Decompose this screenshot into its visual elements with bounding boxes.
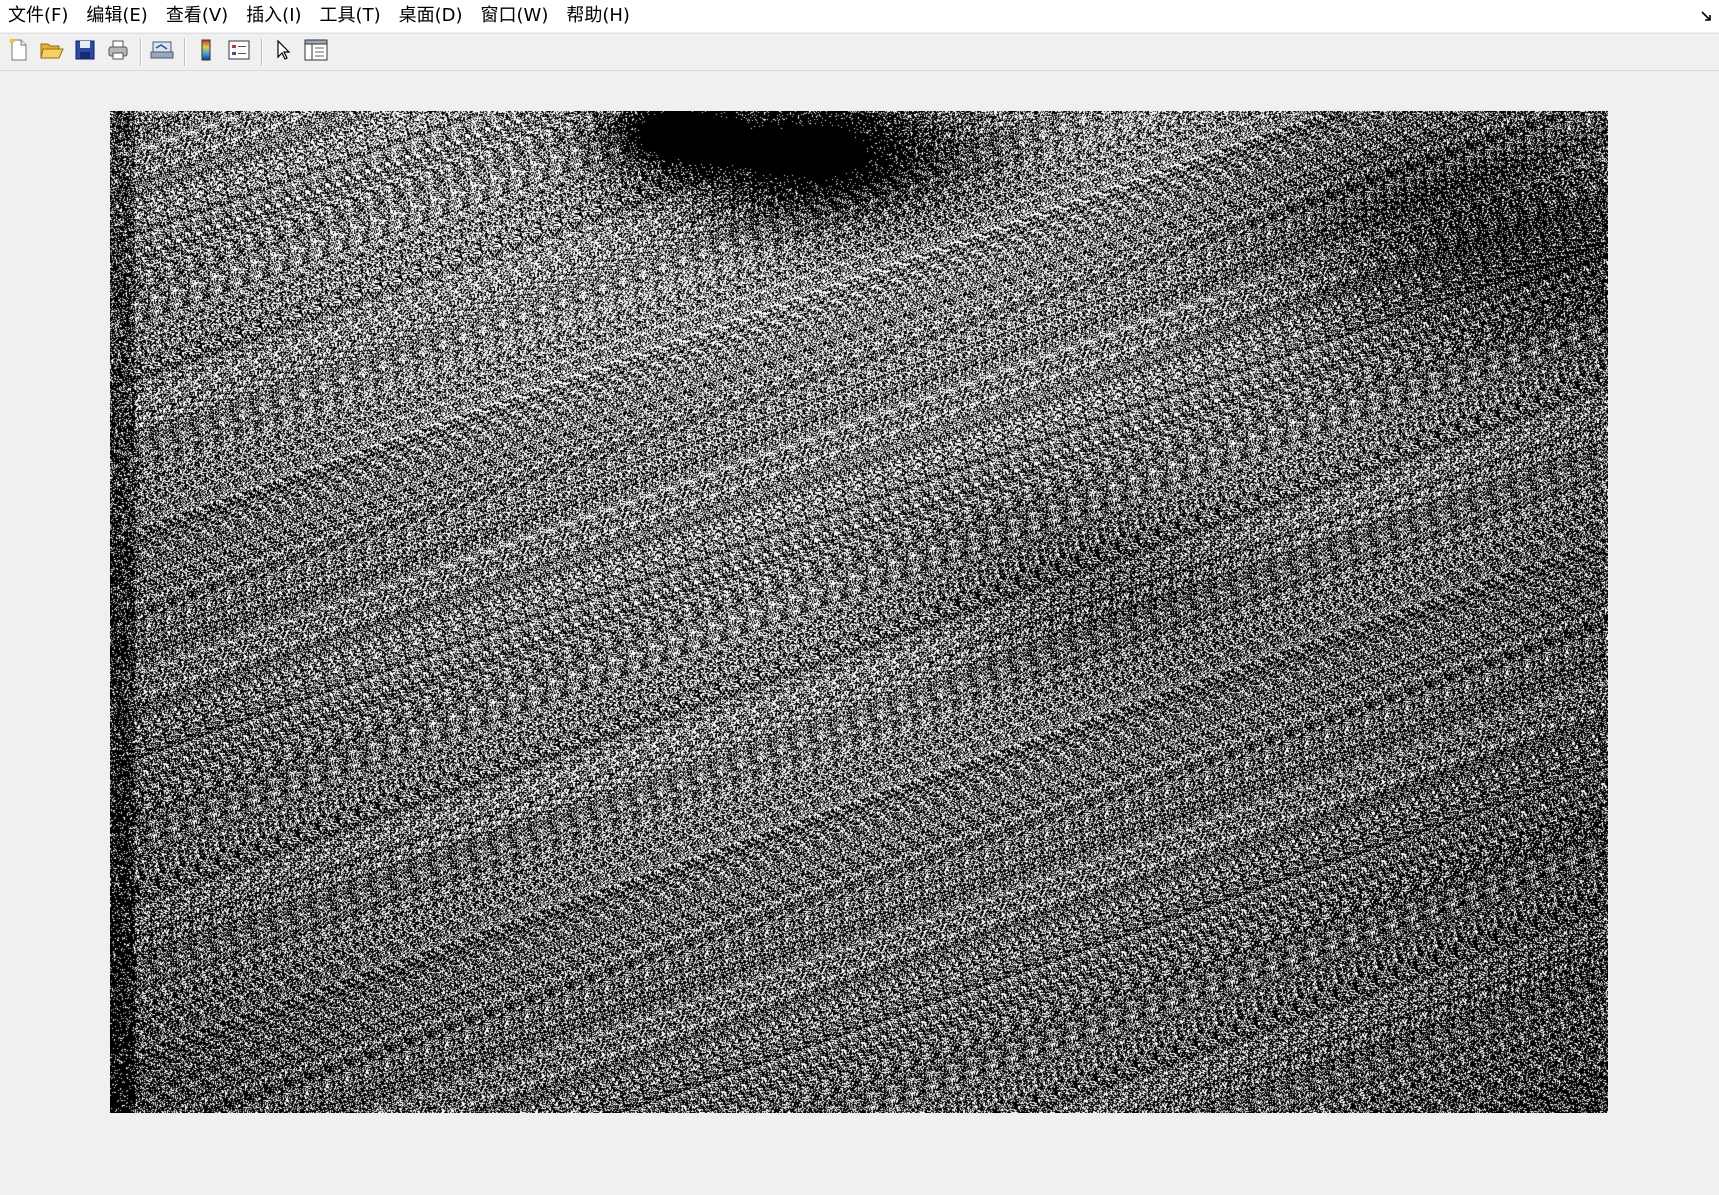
open-file-button[interactable] <box>37 37 67 67</box>
property-inspector-button[interactable] <box>301 37 331 67</box>
new-figure-button[interactable] <box>4 37 34 67</box>
link-plot-icon <box>149 38 175 66</box>
edit-plot-button[interactable] <box>268 37 298 67</box>
menu-tools[interactable]: 工具(T) <box>311 0 390 32</box>
menu-desktop[interactable]: 桌面(D) <box>390 0 472 32</box>
menu-help[interactable]: 帮助(H) <box>557 0 639 32</box>
print-button[interactable] <box>103 37 133 67</box>
toolbar-separator <box>140 38 142 66</box>
menu-edit[interactable]: 编辑(E) <box>77 0 156 32</box>
new-figure-icon <box>7 38 31 66</box>
insert-legend-button[interactable] <box>224 37 254 67</box>
edit-plot-icon <box>271 38 295 66</box>
insert-colorbar-icon <box>194 38 218 66</box>
menu-window[interactable]: 窗口(W) <box>472 0 558 32</box>
figure-toolbar <box>0 33 1719 71</box>
menu-insert[interactable]: 插入(I) <box>237 0 310 32</box>
image-axes[interactable] <box>110 111 1608 1113</box>
open-file-icon <box>39 38 65 66</box>
menu-view[interactable]: 查看(V) <box>157 0 237 32</box>
link-plot-button[interactable] <box>147 37 177 67</box>
menu-file[interactable]: 文件(F) <box>0 0 77 32</box>
menu-bar: 文件(F) 编辑(E) 查看(V) 插入(I) 工具(T) 桌面(D) 窗口(W… <box>0 0 1719 32</box>
toolbar-separator <box>184 38 186 66</box>
property-inspector-icon <box>303 38 329 66</box>
toolbar-separator <box>261 38 263 66</box>
save-icon <box>73 38 97 66</box>
insert-colorbar-button[interactable] <box>191 37 221 67</box>
noise-image <box>110 111 1608 1113</box>
print-icon <box>106 38 130 66</box>
insert-legend-icon <box>227 38 251 66</box>
save-button[interactable] <box>70 37 100 67</box>
dock-arrow-icon[interactable] <box>1699 8 1715 24</box>
figure-window: 文件(F) 编辑(E) 查看(V) 插入(I) 工具(T) 桌面(D) 窗口(W… <box>0 0 1719 1195</box>
